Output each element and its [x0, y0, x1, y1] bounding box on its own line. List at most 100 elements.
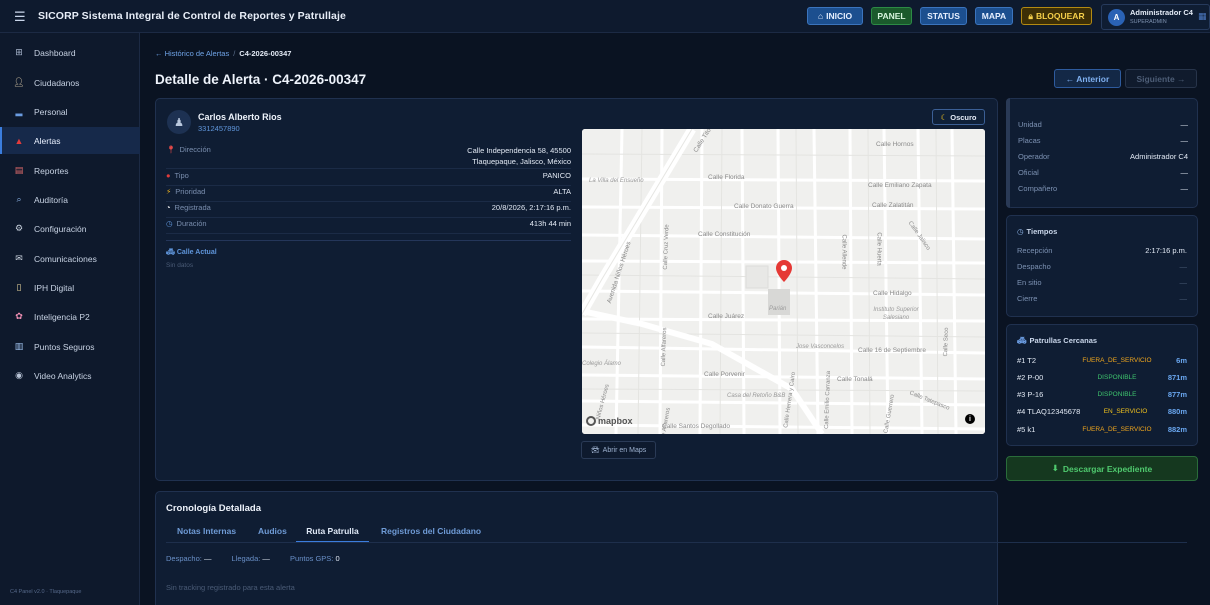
- map[interactable]: Calle Tito Calle Hornos La Villa del Ens…: [582, 129, 985, 434]
- status-button[interactable]: STATUS: [920, 7, 967, 25]
- map-label: Colegio Álamo: [582, 361, 622, 367]
- tab-registros-ciudadano[interactable]: Registros del Ciudadano: [381, 526, 481, 536]
- patrulla-row[interactable]: #4 TLAQ12345678 EN_SERVICIO 880m: [1017, 407, 1187, 416]
- user-icon: 👤︎: [13, 77, 25, 87]
- field-registrada: ◔ Registrada 20/8/2026, 2:17:16 p.m.: [166, 203, 571, 218]
- download-button[interactable]: ⬇ Descargar Expediente: [1006, 456, 1198, 481]
- app-footer: C4 Panel v2.0 · Tlaquepaque: [10, 589, 82, 595]
- timeline-empty: Sin tracking registrado para esta alerta: [166, 583, 295, 592]
- sidebar-item-ciudadanos[interactable]: 👤︎ Ciudadanos: [0, 69, 140, 96]
- timer-icon: ◷: [166, 219, 173, 228]
- open-maps-button[interactable]: 🚘︎ Abrir en Maps: [581, 441, 656, 459]
- camera-icon: ◉: [15, 370, 23, 380]
- sidebar-item-video-analytics[interactable]: ◉ Video Analytics: [0, 362, 140, 389]
- map-label: Calle 16 de Septiembre: [858, 347, 926, 354]
- grid-icon: ▦: [1198, 11, 1207, 21]
- sidebar-item-personal[interactable]: ▂ Personal: [0, 98, 140, 125]
- moon-icon: ☾: [940, 112, 948, 122]
- field-tipo: ● Tipo PANICO: [166, 171, 571, 186]
- home-icon: ⌂: [817, 11, 824, 21]
- tiempos-title: ◷ Tiempos: [1017, 227, 1058, 236]
- bloquear-button[interactable]: 🔒︎ BLOQUEAR: [1021, 7, 1092, 25]
- user-menu[interactable]: A Administrador C4 SUPERADMIN ▦: [1101, 4, 1210, 30]
- patrulla-row[interactable]: #5 k1 FUERA_DE_SERVICIO 882m: [1017, 425, 1187, 434]
- user-name: Administrador C4: [1130, 8, 1193, 17]
- assign-row: Compañero —: [1018, 184, 1188, 193]
- map-label: Instituto Superior Salesiano: [873, 307, 919, 321]
- map-label: Calle Hidalgo: [873, 290, 912, 297]
- map-label: Calle Florida: [708, 174, 745, 181]
- magnifier-icon: ⌕: [16, 194, 22, 204]
- document-icon: ▯: [16, 282, 22, 292]
- tab-ruta-patrulla[interactable]: Ruta Patrulla: [296, 526, 369, 543]
- sidebar-item-alertas[interactable]: ▲ Alertas: [0, 127, 140, 154]
- menu-icon[interactable]: ☰: [14, 9, 26, 25]
- sidebar-item-auditoria[interactable]: ⌕ Auditoría: [0, 186, 140, 213]
- map-pin-icon: [776, 260, 792, 282]
- tab-audios[interactable]: Audios: [258, 526, 287, 536]
- inicio-button[interactable]: ⌂ INICIO: [807, 7, 863, 25]
- mapa-button[interactable]: MAPA: [975, 7, 1013, 25]
- tiempos-row: Despacho —: [1017, 262, 1187, 271]
- red-circle-icon: ●: [166, 171, 171, 180]
- sidebar-item-inteligencia[interactable]: ✿ Inteligencia P2: [0, 303, 140, 330]
- field-direccion: 📍︎ Dirección Calle Independencia 58, 4550…: [166, 145, 571, 169]
- sidebar-item-comunicaciones[interactable]: ✉ Comunicaciones: [0, 245, 140, 272]
- map-label: Calle Porvenir: [704, 371, 745, 378]
- map-label: Parián: [769, 306, 787, 312]
- sidebar-item-reportes[interactable]: ▤ Reportes: [0, 157, 140, 184]
- map-label: Calle Santos Degollado: [662, 423, 730, 430]
- brain-icon: ✿: [15, 311, 23, 321]
- map-label: Calle Zalatitán: [872, 202, 914, 209]
- street-label: 🚓︎ Calle Actual: [166, 249, 217, 256]
- card-accent: [1006, 98, 1010, 208]
- panel-button[interactable]: PANEL: [871, 7, 912, 25]
- assign-row: Unidad —: [1018, 120, 1188, 129]
- app-title: SICORP Sistema Integral de Control de Re…: [38, 10, 346, 22]
- map-label: Calle Emiliano Zapata: [868, 182, 932, 189]
- clock-icon: ◔: [166, 203, 171, 212]
- sidebar-item-configuracion[interactable]: ⚙ Configuración: [0, 215, 140, 242]
- field-duracion: ◷ Duración 413h 44 min: [166, 219, 571, 234]
- previous-button[interactable]: ← Anterior: [1054, 69, 1121, 88]
- mail-icon: ✉: [15, 253, 23, 263]
- field-prioridad: ⚡︎ Prioridad ALTA: [166, 187, 571, 202]
- info-icon[interactable]: i: [965, 414, 975, 424]
- patrulla-row[interactable]: #3 P-16 DISPONIBLE 877m: [1017, 390, 1187, 399]
- sidebar-item-dashboard[interactable]: ⊞ Dashboard: [0, 39, 140, 66]
- breadcrumb-link[interactable]: ← Histórico de Alertas: [155, 49, 229, 58]
- map-label: Calle Juárez: [708, 313, 745, 320]
- person-name: Carlos Alberto Rios: [198, 112, 282, 122]
- theme-toggle-button[interactable]: ☾ Oscuro: [932, 109, 985, 125]
- map-label: Calle Seco: [943, 327, 951, 357]
- tab-notas-internas[interactable]: Notas Internas: [177, 526, 236, 536]
- map-label: Calle Hornos: [876, 141, 914, 148]
- siren-icon: ▲: [14, 135, 24, 146]
- breadcrumb: ← Histórico de Alertas / C4-2026-00347: [155, 49, 292, 58]
- timeline-title: Cronología Detallada: [166, 503, 262, 514]
- sidebar-item-iph-digital[interactable]: ▯ IPH Digital: [0, 274, 140, 301]
- map-label: La Villa del Ensueño: [589, 178, 644, 184]
- patrulla-row[interactable]: #1 T2 FUERA_DE_SERVICIO 6m: [1017, 356, 1187, 365]
- mapbox-logo: mapbox: [586, 416, 633, 426]
- police-car-icon: 🚓︎: [1017, 336, 1027, 345]
- bolt-icon: ⚡︎: [166, 187, 172, 196]
- next-button[interactable]: Siguiente →: [1125, 69, 1197, 88]
- building-icon: ▥: [14, 341, 24, 351]
- map-label: Jose Vasconcelos: [796, 344, 845, 350]
- clock-icon: ◷: [1017, 227, 1024, 236]
- sidebar-item-puntos-seguros[interactable]: ▥ Puntos Seguros: [0, 333, 140, 360]
- police-car-icon: 🚓︎: [166, 249, 175, 256]
- map-label: Casa del Retoño B&B: [727, 393, 786, 399]
- map-label: Calle Donato Guerra: [734, 203, 794, 210]
- person-icon: ♟: [174, 116, 184, 129]
- patrulla-row[interactable]: #2 P-00 DISPONIBLE 871m: [1017, 373, 1187, 382]
- divider: [166, 240, 571, 241]
- street-value: Sin datos: [166, 262, 194, 269]
- avatar: A: [1108, 9, 1125, 26]
- user-role: SUPERADMIN: [1130, 19, 1167, 25]
- assign-row: Operador Administrador C4: [1018, 152, 1188, 161]
- person-phone[interactable]: 3312457890: [198, 124, 240, 133]
- pin-icon: 📍︎: [166, 145, 176, 154]
- map-label: Calle Allende: [840, 234, 847, 270]
